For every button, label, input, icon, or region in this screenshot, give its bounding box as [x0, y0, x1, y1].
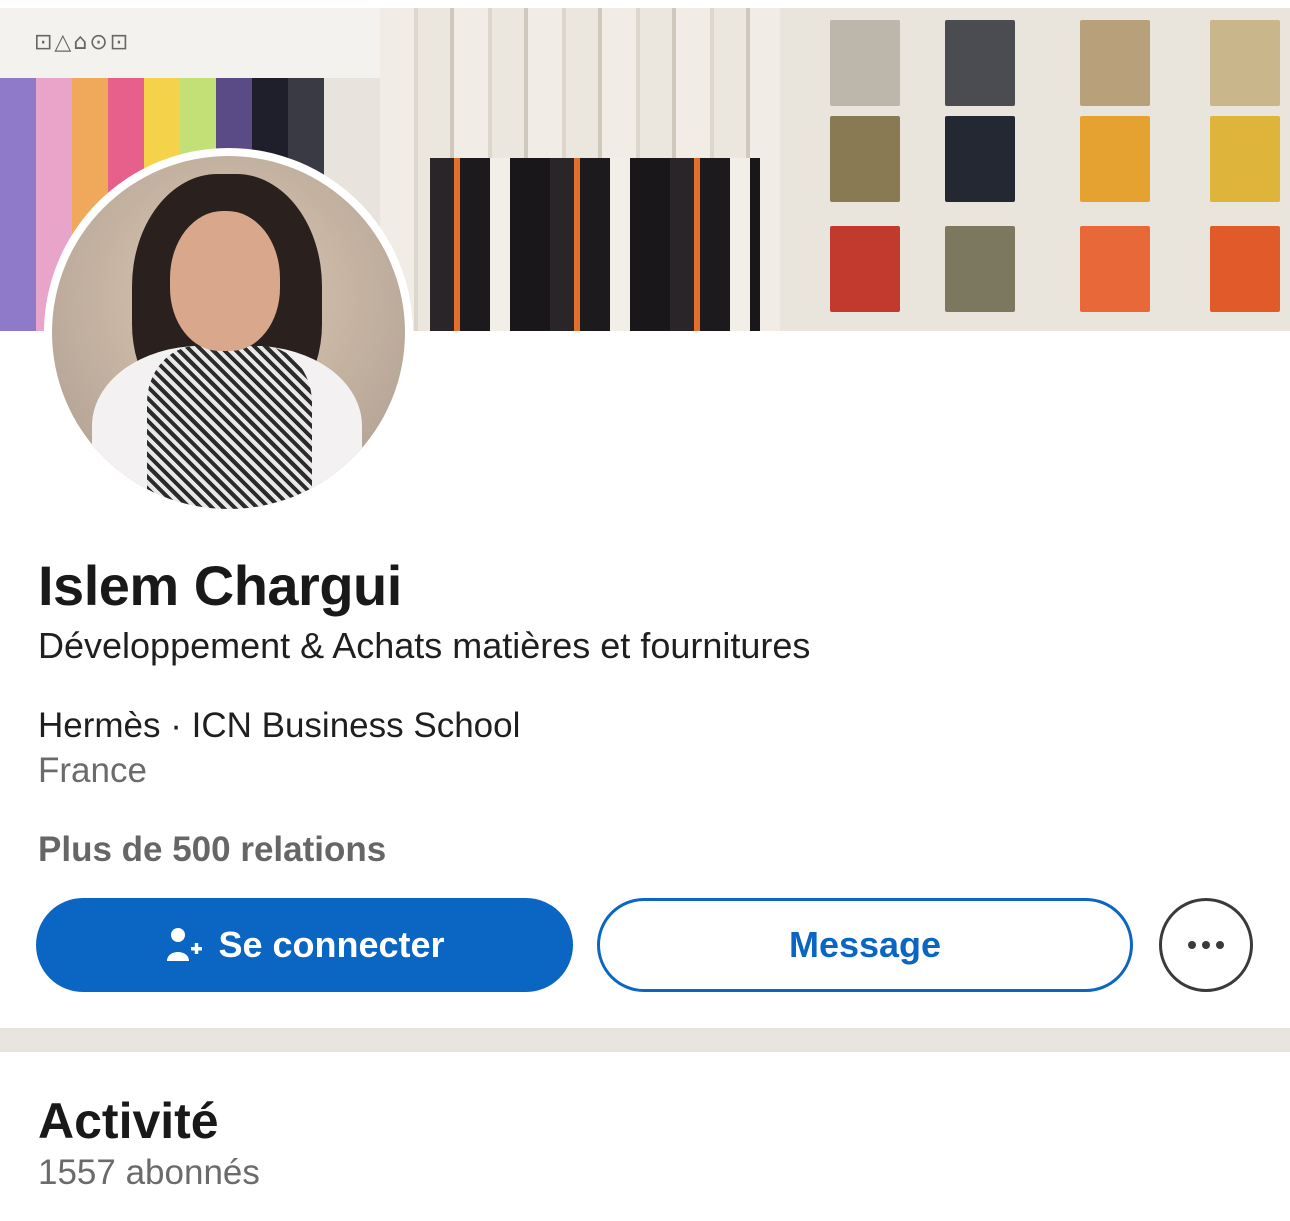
profile-location: France [38, 751, 147, 790]
connect-button[interactable]: Se connecter [36, 898, 573, 992]
care-symbols: ⊡△⌂⊙⊡ [34, 30, 131, 55]
color-sample-grid [780, 8, 1290, 331]
care-label-card: ⊡△⌂⊙⊡ [0, 8, 390, 79]
dark-fabric-samples [430, 158, 760, 331]
more-options-button[interactable] [1159, 898, 1253, 992]
message-button-label: Message [788, 924, 942, 965]
profile-avatar[interactable] [44, 148, 413, 517]
connect-button-label: Se connecter [218, 924, 445, 965]
profile-photo [52, 156, 405, 509]
message-button[interactable]: Message [597, 898, 1133, 992]
profile-company-education[interactable]: Hermès · ICN Business School [38, 706, 520, 746]
followers-count: 1557 abonnés [38, 1153, 260, 1192]
profile-name: Islem Chargui [38, 554, 402, 617]
add-person-icon [164, 925, 204, 965]
profile-headline: Développement & Achats matières et fourn… [38, 625, 811, 666]
connections-count[interactable]: Plus de 500 relations [38, 830, 386, 870]
section-divider [0, 1028, 1290, 1052]
more-horizontal-icon [1188, 941, 1196, 949]
activity-title: Activité [38, 1093, 219, 1149]
